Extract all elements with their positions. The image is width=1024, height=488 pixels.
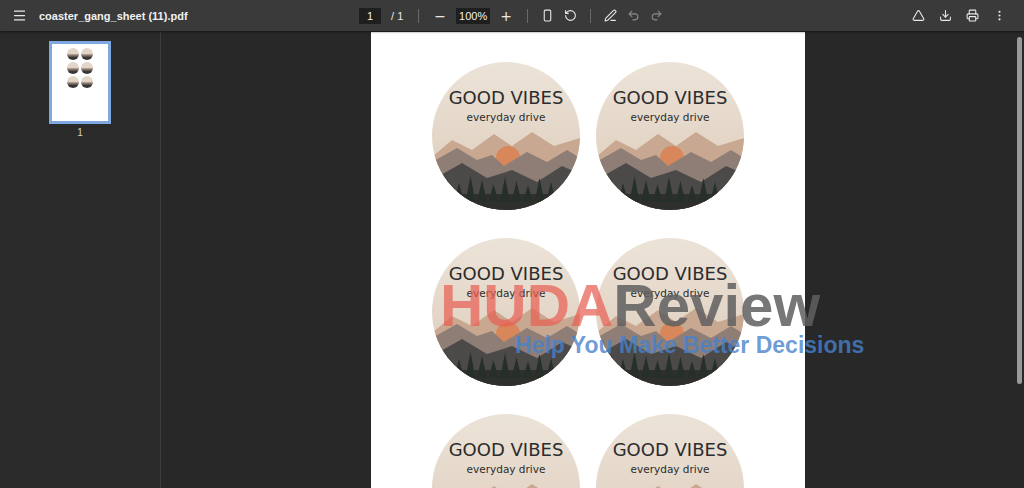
thumbnail-coaster [67, 62, 79, 74]
coaster: GOOD VIBES everyday drive [596, 62, 744, 210]
page-input[interactable]: 1 [359, 8, 381, 24]
thumbnail-coaster [81, 48, 93, 60]
drive-icon[interactable] [910, 7, 927, 24]
coaster-title: GOOD VIBES [448, 439, 563, 460]
sidebar: 1 [0, 31, 161, 488]
document-view: GOOD VIBES everyday drive GOOD VIBES everyd… [161, 31, 1014, 488]
coaster: GOOD VIBES everyday drive [432, 238, 580, 386]
zoom-out-button[interactable]: − [430, 8, 450, 24]
coaster-subtitle: everyday drive [466, 463, 545, 475]
divider [418, 9, 419, 23]
watermark: HUDAReviewHelp You Make Better Decisions [440, 276, 864, 359]
download-icon[interactable] [937, 7, 954, 24]
coaster: GOOD VIBES everyday drive [596, 238, 744, 386]
coaster-subtitle: everyday drive [630, 287, 709, 299]
thumbnail-coaster [67, 48, 79, 60]
thumbnail-coaster [81, 62, 93, 74]
page-total: / 1 [387, 10, 407, 22]
annotate-icon[interactable] [602, 7, 619, 24]
watermark-brand: HUDAReview [440, 276, 864, 336]
redo-icon[interactable] [648, 7, 665, 24]
pdf-viewer: coaster_gang_sheet (11).pdf 1 / 1 −100% +1 GO… [0, 0, 1024, 488]
fit-page-icon[interactable] [539, 7, 556, 24]
coaster-title: GOOD VIBES [612, 263, 727, 284]
toolbar: coaster_gang_sheet (11).pdf 1 / 1 −100% + [0, 0, 1024, 31]
coaster-subtitle: everyday drive [630, 463, 709, 475]
scrollbar-thumb[interactable] [1017, 37, 1022, 384]
scrollbar[interactable] [1014, 31, 1024, 488]
coaster: GOOD VIBES everyday drive [596, 414, 744, 488]
coaster-subtitle: everyday drive [466, 111, 545, 123]
file-name: coaster_gang_sheet (11).pdf [39, 10, 188, 22]
coaster: GOOD VIBES everyday drive [432, 414, 580, 488]
thumbnail-frame [49, 41, 111, 124]
pdf-page: GOOD VIBES everyday drive GOOD VIBES everyd… [371, 32, 805, 488]
thumbnail-coaster [81, 76, 93, 88]
zoom-input[interactable]: 100% [456, 8, 490, 24]
zoom-in-button[interactable]: + [496, 8, 516, 24]
thumbnail-label: 1 [77, 127, 83, 138]
coaster-subtitle: everyday drive [630, 111, 709, 123]
coaster: GOOD VIBES everyday drive [432, 62, 580, 210]
coaster-title: GOOD VIBES [612, 439, 727, 460]
coaster-title: GOOD VIBES [448, 263, 563, 284]
print-icon[interactable] [964, 7, 981, 24]
coaster-title: GOOD VIBES [612, 87, 727, 108]
page-thumbnail[interactable]: 1 [49, 41, 111, 138]
thumbnail-coaster [67, 76, 79, 88]
watermark-tagline: Help You Make Better Decisions [515, 332, 864, 359]
coaster-subtitle: everyday drive [466, 287, 545, 299]
coaster-title: GOOD VIBES [448, 87, 563, 108]
divider [590, 9, 591, 23]
rotate-icon[interactable] [562, 7, 579, 24]
more-icon[interactable] [991, 7, 1008, 24]
divider [527, 9, 528, 23]
undo-icon[interactable] [625, 7, 642, 24]
menu-icon[interactable] [10, 6, 29, 25]
